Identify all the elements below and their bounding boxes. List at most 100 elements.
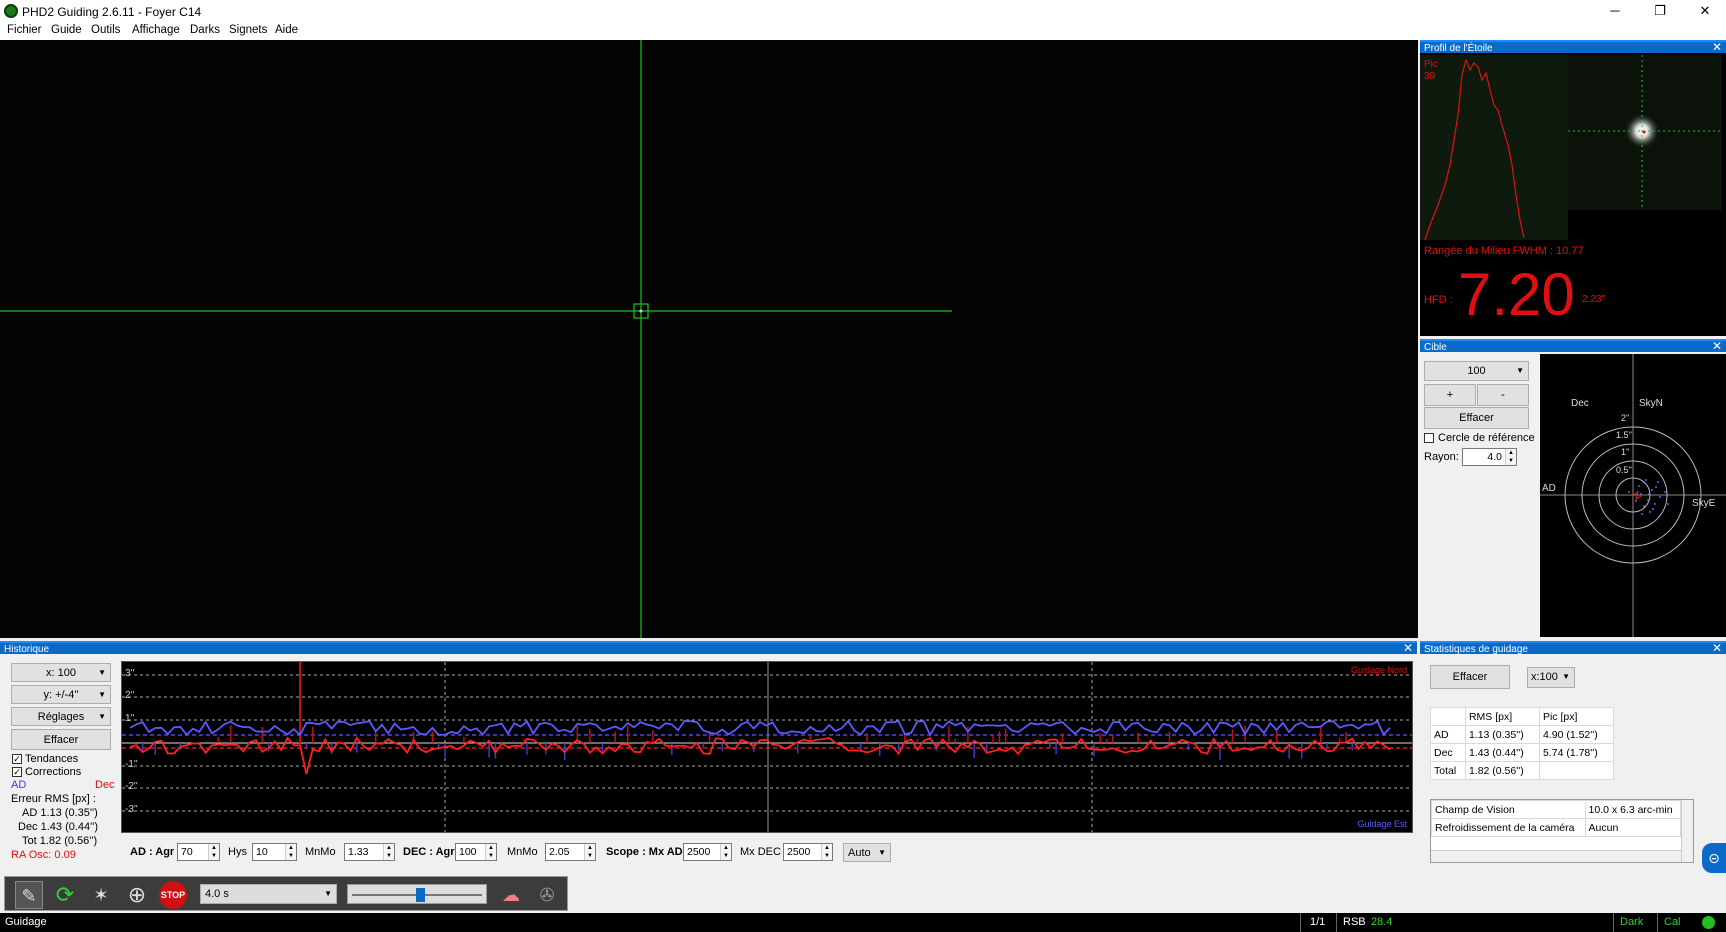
fwhm-text: Rangée du Milieu FWHM : 10.77 (1424, 245, 1584, 257)
pencil-icon[interactable]: ✎ (15, 881, 43, 909)
guide-target-icon[interactable]: ⊕ (123, 881, 151, 909)
menu-fichier[interactable]: Fichier (7, 24, 42, 36)
history-y-scale-select[interactable]: y: +/-4'' ▼ (11, 685, 111, 704)
ring-label-1: 1'' (1621, 447, 1630, 457)
history-settings-select[interactable]: Réglages ▼ (11, 707, 111, 726)
stats-title: Statistiques de guidage (1424, 644, 1528, 655)
menu-bar: Fichier Guide Outils Affichage Darks Sig… (0, 22, 1726, 40)
side-tab-icon[interactable]: ⊝ (1702, 843, 1726, 873)
snr-label: RSB (1343, 916, 1366, 928)
ref-circle-label: Cercle de référence (1438, 432, 1535, 444)
close-button[interactable]: ✕ (1682, 0, 1726, 22)
legend-ad: AD (11, 779, 27, 791)
mode-select[interactable]: Auto ▼ (843, 843, 891, 862)
menu-signets[interactable]: Signets (229, 24, 267, 36)
menu-aide[interactable]: Aide (275, 24, 298, 36)
hys-input[interactable]: 10 ▲ ▼ (252, 843, 297, 861)
stats-info-table: Champ de Vision 10.0 x 6.3 arc-min Refroi… (1431, 800, 1682, 837)
scope-label: Scope : Mx AD (606, 846, 683, 858)
ad-agr-input[interactable]: 70 ▲ ▼ (177, 843, 220, 861)
ring-label-2: 2'' (1621, 413, 1630, 423)
table-cell: 1.13 (0.35'') (1464, 725, 1540, 744)
stats-header: Statistiques de guidage ✕ (1420, 641, 1726, 655)
stop-icon[interactable]: STOP (159, 881, 187, 909)
trends-label: Tendances (25, 753, 79, 765)
corrections-checkbox[interactable]: ✓ (12, 767, 22, 777)
table-cell (1538, 761, 1615, 780)
auto-select-star-icon[interactable]: ✶ (87, 881, 115, 909)
target-label-dec: Dec (1571, 398, 1589, 409)
y-tick-3: 3'' (125, 668, 135, 679)
mx-dec-input[interactable]: 2500 ▲ ▼ (783, 843, 833, 861)
table-cell: 1.43 (0.44'') (1464, 743, 1540, 762)
loop-icon[interactable]: ⟳ (51, 881, 79, 909)
target-zoom-select[interactable]: 100 ▼ (1424, 361, 1529, 381)
target-title: Cible (1424, 342, 1447, 353)
status-text: Guidage (5, 916, 47, 928)
stats-x-scale-select[interactable]: x:100 ▼ (1527, 667, 1575, 688)
peak-value: 39 (1424, 71, 1436, 82)
camera-view[interactable] (0, 40, 1418, 638)
dec-mnmo-input[interactable]: 2.05 ▲ ▼ (545, 843, 596, 861)
history-x-scale-select[interactable]: x: 100 ▼ (11, 663, 111, 682)
minimize-button[interactable]: ─ (1592, 0, 1638, 22)
target-plot: Dec SkyN AD SkyE 2'' 1.5'' 1'' 0.5'' (1540, 354, 1726, 637)
title-bar: PHD2 Guiding 2.6.11 - Foyer C14 ─ ❐ ✕ (0, 0, 1726, 22)
wrench-icon[interactable]: ✇ (533, 881, 561, 909)
menu-darks[interactable]: Darks (190, 24, 220, 36)
table-row: Champ de Vision 10.0 x 6.3 arc-min (1431, 800, 1682, 819)
table-row: Refroidissement de la caméra Aucun (1431, 818, 1682, 837)
ad-mnmo-label: MnMo (305, 846, 336, 858)
maximize-button[interactable]: ❐ (1637, 0, 1683, 22)
table-cell (1430, 707, 1466, 726)
y-tick-neg3: -3'' (125, 804, 138, 815)
dec-agr-input[interactable]: 100 ▲ ▼ (455, 843, 497, 861)
stats-info-list[interactable]: Champ de Vision 10.0 x 6.3 arc-min Refroi… (1430, 799, 1694, 863)
target-close-icon[interactable]: ✕ (1712, 340, 1722, 353)
table-row: Total 1.82 (0.56'') (1430, 761, 1615, 780)
chevron-down-icon: ▼ (324, 889, 332, 898)
status-led-icon (1702, 916, 1715, 929)
star-profile-close-icon[interactable]: ✕ (1712, 41, 1722, 54)
horizontal-scrollbar[interactable] (1431, 850, 1681, 862)
ad-mnmo-input[interactable]: 1.33 ▲ ▼ (344, 843, 395, 861)
menu-affichage[interactable]: Affichage (132, 24, 180, 36)
star-profile-title: Profil de l'Étoile (1424, 43, 1493, 54)
table-row: Dec 1.43 (0.44'') 5.74 (1.78'') (1430, 743, 1615, 762)
exposure-select[interactable]: 4.0 s ▼ (200, 884, 337, 904)
brain-icon[interactable]: ☁ (497, 881, 525, 909)
stats-close-icon[interactable]: ✕ (1712, 642, 1722, 655)
mx-ad-input[interactable]: 2500 ▲ ▼ (683, 843, 732, 861)
table-cell: Refroidissement de la caméra (1431, 818, 1586, 837)
menu-guide[interactable]: Guide (51, 24, 82, 36)
legend-dec: Dec (95, 779, 115, 791)
radius-input[interactable]: 4.0 ▲ ▼ (1462, 448, 1517, 466)
target-zoom-in-button[interactable]: + (1424, 384, 1476, 406)
trends-checkbox[interactable]: ✓ (12, 754, 22, 764)
table-cell: 1.82 (0.56'') (1464, 761, 1540, 780)
rms-header: Erreur RMS [px] : (11, 793, 96, 805)
target-header: Cible ✕ (1420, 339, 1726, 353)
history-clear-button[interactable]: Effacer (11, 729, 111, 750)
mx-dec-label: Mx DEC (740, 846, 781, 858)
target-clear-button[interactable]: Effacer (1424, 407, 1529, 429)
chevron-down-icon: ▼ (1562, 672, 1570, 681)
guide-star (639, 309, 643, 313)
hfd-label: HFD : (1424, 294, 1453, 306)
slider-thumb[interactable] (416, 888, 425, 902)
ref-circle-checkbox[interactable] (1424, 433, 1434, 443)
history-panel: Historique ✕ x: 100 ▼ y: +/-4'' ▼ Réglages… (0, 641, 1417, 873)
chevron-down-icon: ▼ (1516, 366, 1524, 375)
hys-label: Hys (228, 846, 247, 858)
gamma-slider[interactable] (347, 884, 487, 904)
camera-frame (0, 40, 1418, 638)
vertical-scrollbar[interactable] (1681, 800, 1693, 862)
history-close-icon[interactable]: ✕ (1403, 642, 1413, 655)
stats-clear-button[interactable]: Effacer (1430, 665, 1510, 689)
menu-outils[interactable]: Outils (91, 24, 120, 36)
peak-label: Pic (1424, 59, 1438, 70)
table-cell: Pic [px] (1538, 707, 1615, 726)
target-zoom-out-button[interactable]: - (1477, 384, 1529, 406)
frame-counter: 1/1 (1310, 916, 1326, 928)
table-cell: 5.74 (1.78'') (1538, 743, 1615, 762)
